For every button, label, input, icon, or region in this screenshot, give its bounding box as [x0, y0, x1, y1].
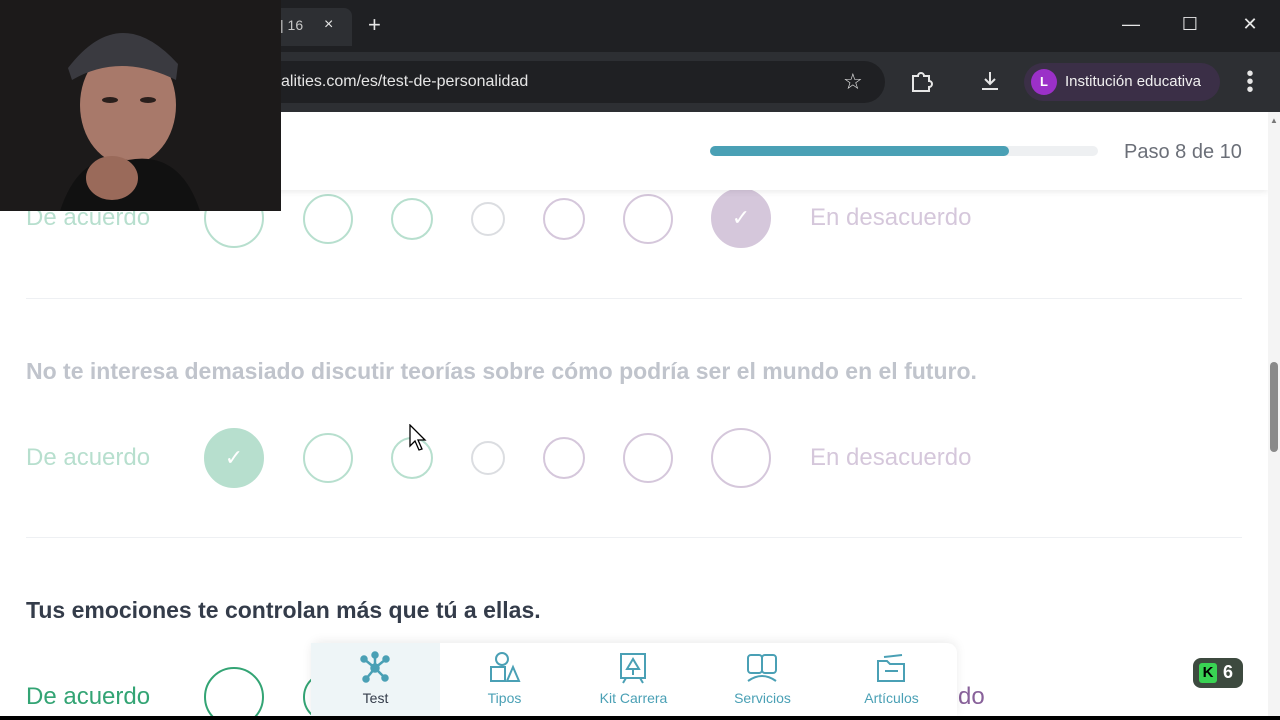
progress-bar	[710, 146, 1098, 156]
question-text: Tus emociones te controlan más que tú a …	[26, 597, 541, 623]
progress-fill	[710, 146, 1009, 156]
url-text[interactable]: alities.com/es/test-de-personalidad	[281, 73, 528, 91]
mouse-cursor-icon	[409, 424, 427, 451]
answer-option-4[interactable]	[471, 202, 505, 236]
nav-label: Tipos	[487, 690, 522, 706]
answer-option-6[interactable]	[623, 433, 673, 483]
download-icon[interactable]	[977, 68, 1003, 94]
badge-count: 6	[1223, 662, 1234, 682]
answer-option-2[interactable]	[303, 194, 353, 244]
question-divider	[26, 537, 1242, 538]
nav-label: Kit Carrera	[599, 690, 668, 706]
extensions-puzzle-icon[interactable]	[908, 68, 934, 94]
tab-title[interactable]: | 16	[280, 17, 303, 33]
nav-articulos[interactable]: Artículos	[827, 643, 956, 716]
bottom-edge	[0, 716, 1280, 720]
nav-label: Servicios	[734, 690, 791, 706]
disagree-label: En desacuerdo	[810, 444, 972, 471]
question-text: No te interesa demasiado discutir teoría…	[26, 358, 977, 384]
answer-option-7[interactable]	[711, 428, 771, 488]
new-tab-button[interactable]: +	[368, 12, 381, 38]
close-window-button[interactable]: ✕	[1238, 14, 1262, 35]
agree-label: De acuerdo	[26, 683, 151, 710]
nav-label: Artículos	[864, 690, 919, 706]
webcam-overlay	[0, 0, 281, 211]
person-video-image	[0, 0, 281, 211]
step-label: Paso 8 de 10	[1124, 141, 1242, 163]
easel-icon	[620, 653, 646, 684]
badge-logo: K	[1199, 663, 1217, 683]
disagree-label: do	[958, 683, 985, 710]
answer-option-5[interactable]	[543, 437, 585, 479]
answer-option-3[interactable]	[391, 198, 433, 240]
answer-option-5[interactable]	[543, 198, 585, 240]
nav-label: Test	[362, 690, 389, 706]
bottom-nav: Test Tipos Kit Carrera Servicios Artícul…	[311, 643, 957, 716]
tab-close-icon[interactable]: ×	[324, 16, 333, 34]
agree-label: De acuerdo	[26, 444, 151, 471]
answer-option-1[interactable]: ✓	[204, 428, 264, 488]
nav-test[interactable]: Test	[311, 643, 440, 716]
profile-avatar[interactable]: L	[1031, 69, 1057, 95]
check-icon: ✓	[224, 445, 244, 470]
more-menu-icon[interactable]: • • •	[1244, 64, 1256, 100]
answer-option-1[interactable]	[204, 667, 264, 716]
scrollbar-thumb[interactable]	[1270, 362, 1278, 452]
check-icon: ✓	[731, 205, 751, 230]
answer-option-7[interactable]: ✓	[711, 188, 771, 248]
answer-option-6[interactable]	[623, 194, 673, 244]
maximize-button[interactable]: ☐	[1178, 14, 1202, 35]
disagree-label: En desacuerdo	[810, 204, 972, 231]
nav-kit-carrera[interactable]: Kit Carrera	[569, 643, 698, 716]
profile-name[interactable]: Institución educativa	[1065, 73, 1201, 90]
nav-servicios[interactable]: Servicios	[698, 643, 827, 716]
answer-option-4[interactable]	[471, 441, 505, 475]
folder-icon	[877, 654, 905, 682]
answer-option-2[interactable]	[303, 433, 353, 483]
shapes-icon	[490, 652, 521, 682]
question-divider	[26, 298, 1242, 299]
nav-tipos[interactable]: Tipos	[440, 643, 569, 716]
bookmark-star-icon[interactable]: ☆	[843, 69, 863, 95]
network-icon	[360, 651, 390, 683]
minimize-button[interactable]: —	[1119, 14, 1143, 35]
floating-badge[interactable]: K 6	[1193, 658, 1243, 688]
scroll-up-icon[interactable]: ▲	[1270, 116, 1278, 125]
people-icon	[747, 654, 777, 682]
